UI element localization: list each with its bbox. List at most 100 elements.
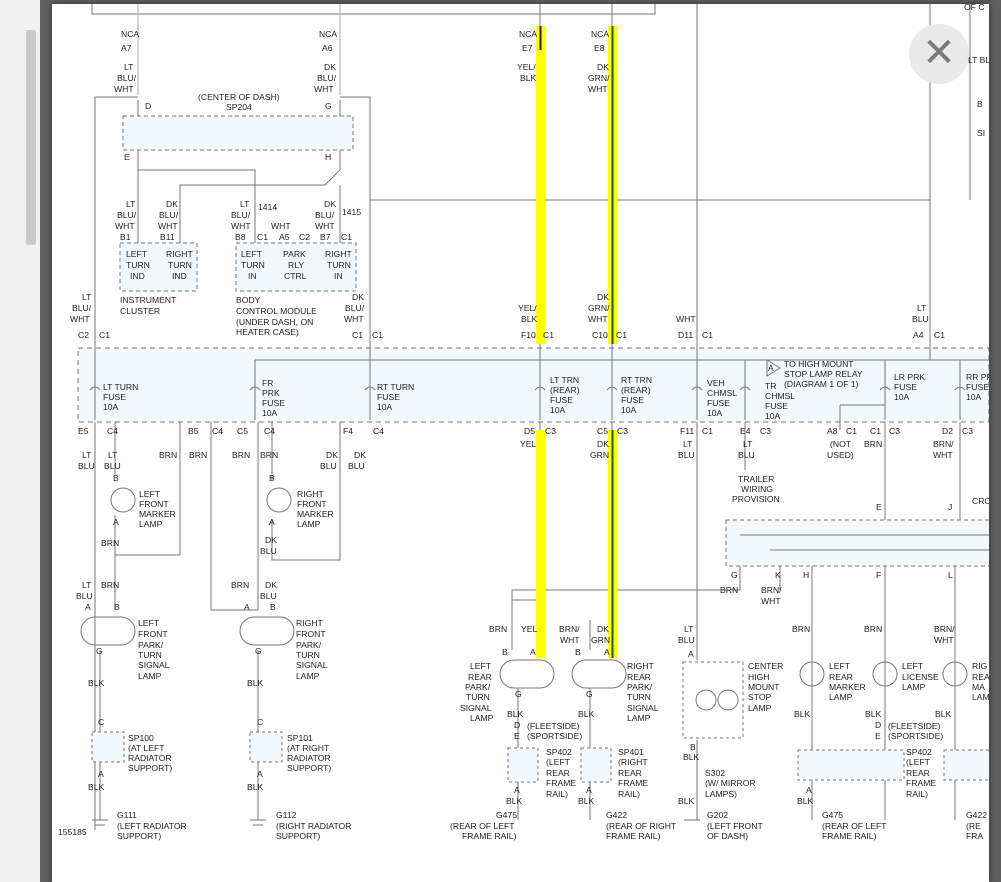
fuse-label: 10A [707, 408, 723, 418]
wire-color: BRN/ [761, 585, 782, 595]
fuse-label: (REAR) [550, 385, 580, 395]
pin: J [948, 502, 952, 512]
connector: C4 [264, 426, 275, 436]
wire-color: BLU/ [345, 303, 365, 313]
wire-color: LT [82, 580, 92, 590]
wire-color: WHT [934, 635, 954, 645]
lamp-name: LAMP [296, 671, 320, 681]
pin: F10 [521, 330, 536, 340]
lamp-name: LAM [972, 692, 989, 702]
wire-color: BLK [865, 709, 882, 719]
wire-color: BLU [76, 591, 93, 601]
wire-color: WHT [761, 596, 781, 606]
wire-color: DK [597, 292, 609, 302]
wire-color: BLK [578, 709, 595, 719]
wire-color: WHT [114, 84, 134, 94]
pin: E5 [78, 426, 89, 436]
lamp-name: PARK/ [138, 640, 164, 650]
lamp-name: STOP [748, 692, 772, 702]
wire-color: BLU/ [72, 303, 92, 313]
splice-location: (W/ MIRROR [705, 778, 756, 788]
connector: C1 [616, 330, 627, 340]
lamp-name: HIGH [748, 672, 769, 682]
pin: A [806, 785, 812, 795]
connector: C1 [870, 426, 881, 436]
close-button[interactable]: ✕ [909, 24, 969, 84]
lamp-name: TURN [466, 692, 490, 702]
wire-color: BLK [797, 796, 814, 806]
trailer-provision: PROVISION [732, 494, 780, 504]
wire-color: BRN [159, 450, 177, 460]
lamp-name: MARKER [829, 682, 866, 692]
fuse-label: RT TURN [377, 382, 414, 392]
wire-color: WHT [588, 84, 608, 94]
wire-color: WHT [315, 221, 335, 231]
module-pin-label: IN [248, 271, 257, 281]
label-nca: NCA [121, 29, 139, 39]
lamp-name: MA [972, 682, 985, 692]
ground-location: FRAME RAIL) [462, 831, 517, 841]
splice-location: (LEFT [546, 757, 571, 767]
wire-color: LT [82, 450, 92, 460]
wire-color: DK [597, 439, 609, 449]
pin: G [255, 646, 262, 656]
lamp-name: SIGNAL [138, 660, 170, 670]
wire-color: BLK [794, 709, 811, 719]
splice-location: REAR [906, 768, 930, 778]
pin: G [515, 689, 522, 699]
wire-color: BLK [521, 314, 538, 324]
background-scrollbar[interactable] [26, 30, 36, 245]
splice-location: FRAME [906, 778, 936, 788]
connector: C3 [962, 426, 973, 436]
connector: C3 [545, 426, 556, 436]
lamp-name: SIGNAL [296, 660, 328, 670]
option-label: (SPORTSIDE) [527, 731, 582, 741]
wire-color: BLU [678, 450, 695, 460]
lamp-name: LEFT [139, 489, 161, 499]
label-nca: NCA [319, 29, 337, 39]
fuse-label: FUSE [262, 398, 285, 408]
splice-id: S302 [705, 768, 725, 778]
lamp-name: LEFT [138, 618, 160, 628]
splice-location: SUPPORT) [287, 763, 331, 773]
pin: B1 [120, 232, 131, 242]
pin: B [690, 742, 696, 752]
splice-id: SP101 [287, 733, 313, 743]
lamp-name: RIG [972, 661, 988, 671]
fuse-label: FUSE [550, 395, 573, 405]
lamp-name: SIGNAL [460, 703, 492, 713]
lamp-name: MARKER [139, 509, 176, 519]
ground-location: FRAME RAIL) [822, 831, 877, 841]
wire-color: BLK [578, 796, 595, 806]
wire-color: BLU/ [159, 210, 179, 220]
connector: C1 [99, 330, 110, 340]
lamp-name: LAMP [748, 703, 772, 713]
option-label: (FLEETSIDE) [527, 721, 580, 731]
ground-location: OF DASH) [707, 831, 748, 841]
lamp-name: RIGHT [296, 618, 323, 628]
connector: C4 [212, 426, 223, 436]
ground-id: G111 [117, 810, 137, 820]
lamp-name: CENTER [748, 661, 783, 671]
lamp-name: LEFT [470, 661, 492, 671]
label-e8: E8 [594, 43, 605, 53]
pin: A [113, 517, 119, 527]
pin: G [586, 689, 593, 699]
fuse-label: RT TRN [621, 375, 652, 385]
fuse-label: CHMSL [765, 391, 795, 401]
circuit-number: 1415 [342, 207, 361, 217]
pin: G [325, 101, 332, 111]
wire-color: BLU [78, 461, 95, 471]
lamp-name: REA [972, 672, 989, 682]
module-pin-label: TURN [126, 260, 150, 270]
splice-id: SP402 [546, 747, 572, 757]
connector: C1 [846, 426, 857, 436]
label-text: B [977, 99, 983, 109]
module-pin-label: RLY [288, 260, 304, 270]
lamp-name: TURN [296, 650, 320, 660]
pin: G [96, 646, 103, 656]
module-pin-label: RIGHT [325, 249, 352, 259]
wire-color: DK [265, 535, 277, 545]
splice-id: SP100 [128, 733, 154, 743]
splice-location: SUPPORT) [128, 763, 172, 773]
